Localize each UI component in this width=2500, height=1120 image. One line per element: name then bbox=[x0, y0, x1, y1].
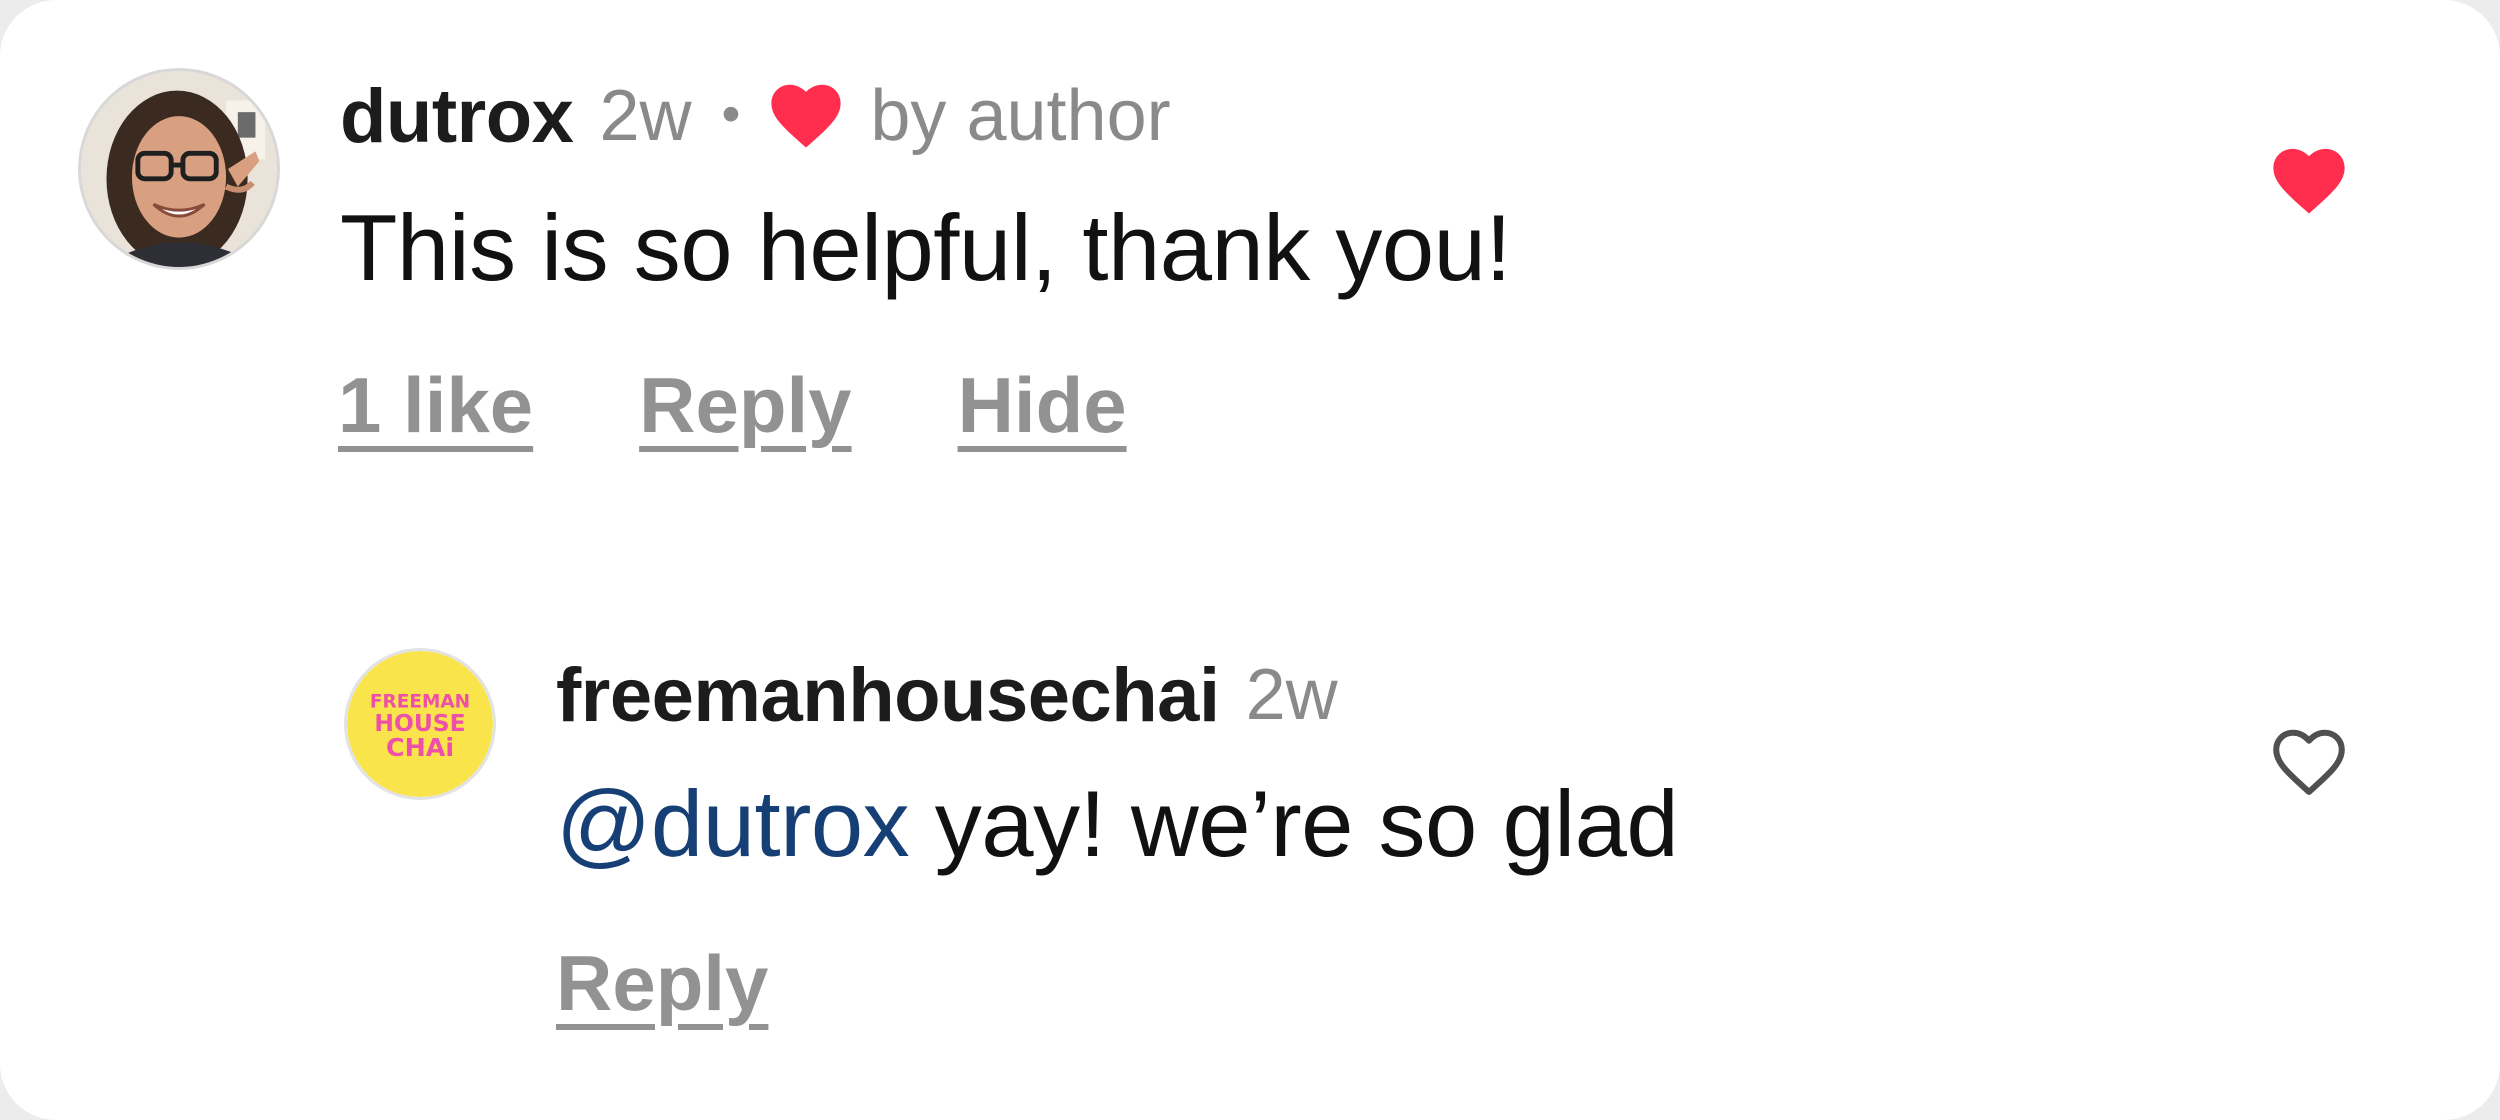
comment-actions: 1 like Reply Hide bbox=[338, 360, 1233, 451]
brand-avatar[interactable]: FREEMAN HOUSE CHAi bbox=[344, 648, 496, 800]
like-button[interactable] bbox=[2270, 146, 2348, 216]
comment-username[interactable]: dutrox bbox=[340, 73, 574, 160]
separator-dot: • bbox=[721, 84, 741, 144]
brand-logo-icon: FREEMAN HOUSE CHAi bbox=[347, 651, 493, 797]
avatar-photo-icon bbox=[81, 71, 277, 267]
reply-text: @dutrox yay! we’re so glad bbox=[556, 770, 1679, 878]
comment-timestamp: 2w bbox=[599, 76, 692, 156]
heart-outline-icon bbox=[2273, 729, 2345, 795]
reply-button[interactable]: Reply bbox=[639, 360, 851, 451]
mention-link[interactable]: @dutrox bbox=[556, 771, 910, 876]
heart-filled-icon bbox=[2273, 148, 2345, 214]
user-avatar[interactable] bbox=[78, 68, 280, 270]
reply-like-button[interactable] bbox=[2270, 727, 2348, 797]
reply-username[interactable]: freemanhousechai bbox=[556, 652, 1220, 739]
likes-count-link[interactable]: 1 like bbox=[338, 360, 533, 451]
reply-actions: Reply bbox=[556, 938, 874, 1029]
reply-to-reply-button[interactable]: Reply bbox=[556, 938, 768, 1029]
logo-line-3: CHAi bbox=[386, 733, 454, 762]
comment-header: dutrox 2w • by author bbox=[340, 66, 1171, 166]
comment-thread-card: dutrox 2w • by author This is so helpful… bbox=[0, 0, 2500, 1120]
heart-filled-icon bbox=[771, 84, 842, 148]
reply-header: freemanhousechai 2w bbox=[556, 645, 1338, 745]
reply-body: yay! we’re so glad bbox=[909, 771, 1679, 876]
author-liked-badge: by author bbox=[870, 76, 1171, 156]
comment-text: This is so helpful, thank you! bbox=[340, 195, 1512, 300]
hide-button[interactable]: Hide bbox=[958, 360, 1127, 451]
reply-timestamp: 2w bbox=[1245, 655, 1338, 735]
